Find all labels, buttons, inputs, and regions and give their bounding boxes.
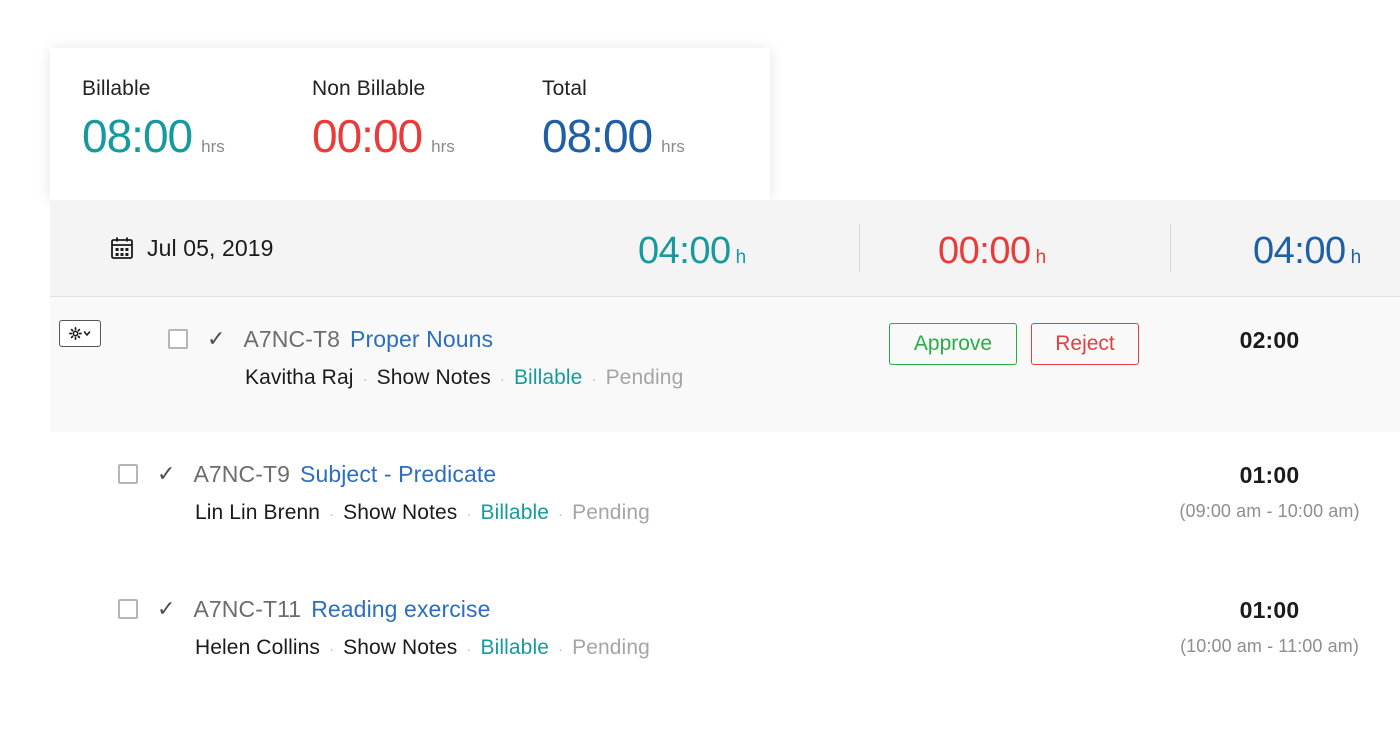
- meta-separator: ·: [362, 371, 368, 388]
- approved-check-icon: ✓: [157, 596, 176, 621]
- row-duration-group: 01:00 (10:00 am - 11:00 am): [1139, 597, 1400, 657]
- task-user: Helen Collins: [195, 636, 321, 659]
- meta-separator: ·: [466, 641, 472, 658]
- row-select-checkbox[interactable]: [168, 329, 188, 349]
- timesheet-entry-list: ✓ A7NC-T8 Proper Nouns Kavitha Raj · Sho…: [0, 297, 1400, 742]
- task-entry-details: ✓ A7NC-T9 Subject - Predicate Lin Lin Br…: [118, 461, 650, 525]
- summary-unit-billable: hrs: [201, 137, 225, 156]
- meta-separator: ·: [591, 371, 597, 388]
- summary-unit-total: hrs: [661, 137, 685, 156]
- table-row[interactable]: ✓ A7NC-T9 Subject - Predicate Lin Lin Br…: [0, 432, 1400, 567]
- row-duration: 01:00: [1239, 462, 1300, 488]
- date-billable-hours-unit: h: [735, 247, 747, 268]
- show-notes-link[interactable]: Show Notes: [377, 366, 491, 390]
- task-entry-details: ✓ A7NC-T11 Reading exercise Helen Collin…: [118, 596, 650, 660]
- chevron-down-icon: [83, 331, 91, 336]
- summary-block-total: Total 08:00 hrs: [542, 78, 685, 159]
- table-row[interactable]: ✓ A7NC-T11 Reading exercise Helen Collin…: [0, 567, 1400, 702]
- meta-separator: ·: [558, 506, 564, 523]
- approved-check-icon: ✓: [157, 461, 176, 486]
- meta-separator: ·: [329, 641, 335, 658]
- billable-label: Billable: [513, 366, 583, 389]
- date-summary-bar: Jul 05, 2019 04:00 h 00:00 h 04:00 h: [50, 200, 1400, 297]
- calendar-icon: [111, 237, 133, 259]
- task-name-link[interactable]: Reading exercise: [311, 596, 490, 623]
- summary-block-billable: Billable 08:00 hrs: [82, 78, 312, 159]
- task-user: Lin Lin Brenn: [195, 501, 321, 524]
- row-duration-group: 02:00: [1139, 327, 1400, 354]
- date-billable-hours: 04:00 h: [638, 232, 746, 270]
- row-time-range: (09:00 am - 10:00 am): [1179, 501, 1360, 521]
- date-billable-hours-value: 04:00: [638, 230, 731, 272]
- task-name-link[interactable]: Subject - Predicate: [300, 461, 496, 488]
- status-badge: Pending: [572, 636, 650, 659]
- row-duration-group: 01:00 (09:00 am - 10:00 am): [1139, 462, 1400, 522]
- task-user: Kavitha Raj: [245, 366, 354, 389]
- date-bar-divider-2: [1170, 224, 1171, 272]
- row-duration: 01:00: [1239, 597, 1300, 623]
- date-non-billable-hours-unit: h: [1035, 247, 1047, 268]
- summary-value-billable: 08:00: [82, 110, 193, 162]
- timesheet-summary-card: Billable 08:00 hrs Non Billable 00:00 hr…: [50, 48, 770, 200]
- task-entry-details: ✓ A7NC-T8 Proper Nouns Kavitha Raj · Sho…: [168, 326, 683, 390]
- task-id: A7NC-T8: [243, 325, 340, 352]
- meta-separator: ·: [329, 506, 335, 523]
- status-badge: Pending: [572, 501, 650, 524]
- row-select-checkbox[interactable]: [118, 599, 138, 619]
- summary-unit-non-billable: hrs: [431, 137, 455, 156]
- show-notes-link[interactable]: Show Notes: [343, 636, 457, 660]
- table-row[interactable]: ✓ A7NC-T8 Proper Nouns Kavitha Raj · Sho…: [50, 297, 1400, 432]
- billable-label: Billable: [480, 636, 549, 659]
- date-text: Jul 05, 2019: [147, 234, 274, 261]
- billable-label: Billable: [480, 501, 550, 524]
- summary-value-non-billable: 00:00: [312, 110, 423, 162]
- meta-separator: ·: [499, 371, 505, 388]
- task-id: A7NC-T9: [193, 460, 290, 487]
- row-time-range: (10:00 am - 11:00 am): [1180, 636, 1359, 656]
- summary-label-billable: Billable: [82, 77, 151, 100]
- date-bar-divider-1: [859, 224, 860, 272]
- task-id: A7NC-T11: [193, 595, 302, 622]
- gear-icon: [69, 327, 91, 340]
- show-notes-link[interactable]: Show Notes: [343, 501, 457, 525]
- summary-block-non-billable: Non Billable 00:00 hrs: [312, 78, 542, 159]
- row-duration: 02:00: [1239, 327, 1300, 353]
- approved-check-icon: ✓: [207, 326, 226, 351]
- meta-separator: ·: [558, 641, 564, 658]
- task-name-link[interactable]: Proper Nouns: [350, 326, 493, 353]
- summary-label-total: Total: [542, 77, 587, 100]
- date-total-hours: 04:00 h: [1253, 232, 1361, 270]
- gear-dropdown-button[interactable]: [59, 320, 101, 347]
- summary-label-non-billable: Non Billable: [312, 77, 426, 100]
- row-action-buttons: Approve Reject: [889, 323, 1139, 365]
- reject-button[interactable]: Reject: [1031, 323, 1139, 365]
- date-non-billable-hours-value: 00:00: [938, 230, 1031, 272]
- date-total-hours-unit: h: [1350, 247, 1362, 268]
- date-non-billable-hours: 00:00 h: [938, 232, 1046, 270]
- meta-separator: ·: [466, 506, 472, 523]
- row-select-checkbox[interactable]: [118, 464, 138, 484]
- date-total-hours-value: 04:00: [1253, 230, 1346, 272]
- status-badge: Pending: [605, 366, 684, 389]
- approve-button[interactable]: Approve: [889, 323, 1017, 365]
- summary-value-total: 08:00: [542, 110, 653, 162]
